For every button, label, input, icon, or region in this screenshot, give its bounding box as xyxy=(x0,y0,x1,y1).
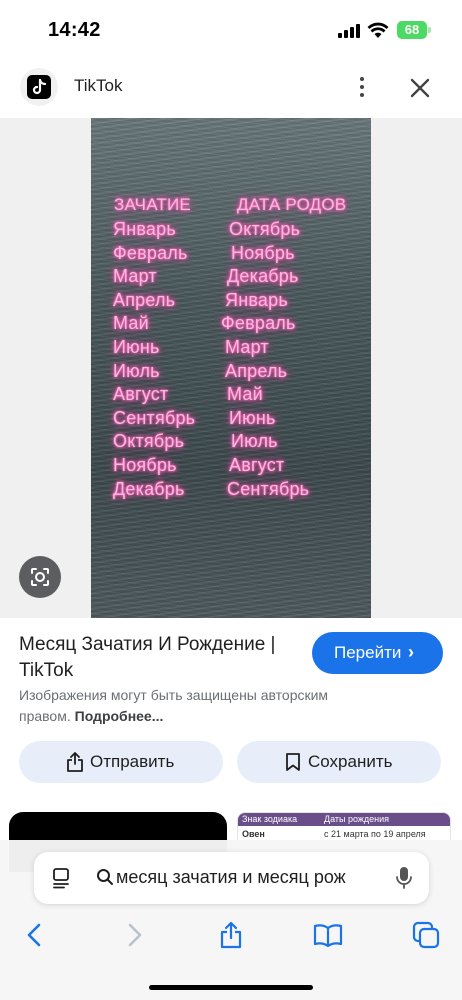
neon-conception-month: Август xyxy=(113,384,169,405)
share-label: Отправить xyxy=(90,752,175,771)
neon-conception-month: Март xyxy=(113,266,157,287)
bookmarks-icon[interactable] xyxy=(313,920,343,950)
save-label: Сохранить xyxy=(308,752,393,771)
neon-birth-month: Февраль xyxy=(221,313,296,334)
neon-birth-month: Декабрь xyxy=(227,266,299,287)
save-button[interactable]: Сохранить xyxy=(237,741,441,783)
tiktok-logo-icon xyxy=(20,68,58,106)
neon-conception-month: Апрель xyxy=(113,289,176,310)
copyright-notice: Изображения могут быть защищены авторски… xyxy=(19,685,359,727)
address-text[interactable]: месяц зачатия и месяц рож xyxy=(116,867,378,888)
preview-image[interactable]: ЗАЧАТИЕ ДАТА РОДОВ Январь Октябрь Февраль Н… xyxy=(91,118,371,618)
result-title[interactable]: Месяц Зачатия И Рождение | TikTok xyxy=(19,632,299,684)
neon-conception-month: Июнь xyxy=(113,337,160,357)
zodiac-header-dates: Даты рождения xyxy=(324,814,390,824)
zodiac-row-sign: Овен xyxy=(242,829,265,839)
mic-icon[interactable] xyxy=(394,866,414,890)
battery-cap xyxy=(428,27,431,33)
learn-more-link[interactable]: Подробнее... xyxy=(75,708,164,724)
cellular-signal-icon xyxy=(338,24,360,38)
share-icon xyxy=(67,752,83,772)
zodiac-header-sign: Знак зодиака xyxy=(242,814,298,824)
neon-birth-month: Август xyxy=(229,455,285,475)
reader-icon[interactable] xyxy=(52,867,74,889)
neon-conception-month: Декабрь xyxy=(113,478,185,499)
neon-conception-month: Январь xyxy=(113,219,176,239)
neon-birth-month: Март xyxy=(225,337,269,357)
neon-birth-month: Июль xyxy=(231,431,278,452)
neon-conception-month: Сентябрь xyxy=(113,407,196,428)
wifi-icon xyxy=(367,22,389,38)
neon-birth-month: Май xyxy=(227,384,263,405)
status-bar: 14:42 68 xyxy=(0,0,462,60)
battery-icon: 68 xyxy=(397,21,427,39)
visit-button[interactable]: Перейти › xyxy=(312,632,443,674)
close-icon[interactable] xyxy=(406,74,434,102)
address-bar[interactable]: месяц зачатия и месяц рож xyxy=(34,852,429,904)
more-vertical-icon[interactable] xyxy=(350,72,374,102)
zodiac-row-dates: с 21 марта по 19 апреля xyxy=(324,829,426,839)
neon-conception-month: Февраль xyxy=(113,242,188,263)
neon-month-table: ЗАЧАТИЕ ДАТА РОДОВ Январь Октябрь Февраль Н… xyxy=(91,118,371,618)
bookmark-icon xyxy=(286,753,300,771)
neon-birth-month: Ноябрь xyxy=(231,242,295,263)
visit-button-label: Перейти xyxy=(334,643,402,662)
neon-header-conception: ЗАЧАТИЕ xyxy=(114,195,191,214)
copyright-text: Изображения могут быть защищены авторски… xyxy=(19,687,329,724)
tabs-icon[interactable] xyxy=(411,920,441,950)
chevron-right-icon: › xyxy=(408,642,414,662)
neon-header-birth: ДАТА РОДОВ xyxy=(237,195,347,214)
neon-birth-month: Сентябрь xyxy=(227,478,310,499)
search-icon xyxy=(97,869,113,885)
neon-birth-month: Апрель xyxy=(225,360,288,381)
neon-conception-month: Ноябрь xyxy=(113,455,177,475)
browser-toolbar: месяц зачатия и месяц рож xyxy=(0,840,462,1000)
status-time: 14:42 xyxy=(48,19,101,41)
site-header: TikTok xyxy=(0,60,462,116)
forward-icon[interactable] xyxy=(119,920,149,950)
neon-conception-month: Май xyxy=(113,313,149,334)
neon-birth-month: Январь xyxy=(225,289,288,310)
neon-birth-month: Июнь xyxy=(229,407,276,428)
back-icon[interactable] xyxy=(20,920,50,950)
neon-conception-month: Октябрь xyxy=(113,431,185,452)
share-toolbar-icon[interactable] xyxy=(216,920,246,950)
image-preview-area: ЗАЧАТИЕ ДАТА РОДОВ Январь Октябрь Февраль Н… xyxy=(0,118,462,618)
lens-icon[interactable] xyxy=(19,556,61,598)
site-name: TikTok xyxy=(74,76,123,95)
home-indicator xyxy=(149,985,313,990)
share-button[interactable]: Отправить xyxy=(19,741,223,783)
neon-birth-month: Октябрь xyxy=(229,219,301,239)
zodiac-table-header: Знак зодиака Даты рождения xyxy=(238,813,450,826)
neon-conception-month: Июль xyxy=(113,360,160,381)
